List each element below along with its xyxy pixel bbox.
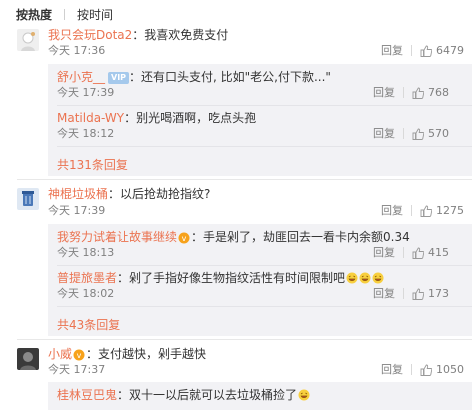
divider	[57, 306, 472, 307]
more-replies-link[interactable]: 共43条回复	[57, 316, 120, 333]
reply-time: 今天 18:02	[57, 287, 115, 300]
like-button[interactable]: 570	[412, 127, 449, 141]
divider	[17, 179, 472, 180]
like-count: 1275	[436, 204, 464, 217]
separator	[403, 247, 404, 258]
separator	[403, 128, 404, 139]
reply-text: ：别光喝酒啊，吃点头孢	[124, 111, 257, 125]
tab-separator	[64, 8, 66, 20]
sort-tabs: 按热度 按时间	[16, 5, 113, 23]
comment-time: 今天 17:37	[48, 363, 106, 376]
replies-panel: 桂林豆巴鬼：双十一以后就可以去垃圾桶捡了	[48, 382, 472, 410]
thumbs-up-icon	[412, 87, 424, 99]
reply-time: 今天 17:39	[57, 86, 115, 99]
laughing-emoji-icon	[372, 272, 384, 284]
avatar[interactable]	[17, 188, 39, 210]
like-button[interactable]: 6479	[420, 44, 464, 58]
reply-button[interactable]: 回复	[381, 204, 403, 218]
reply-author[interactable]: 桂林豆巴鬼	[57, 388, 117, 402]
member-badge-icon: v	[73, 349, 85, 360]
comment-text: ：支付越快，剁手越快	[86, 347, 207, 361]
reply-text: ：还有口头支付, 比如"老公,付下款..."	[129, 70, 331, 84]
reply-text: ：剁了手指好像生物指纹活性有时间限制吧	[117, 271, 346, 285]
divider	[57, 265, 472, 266]
laughing-emoji-icon	[359, 272, 371, 284]
laughing-emoji-icon	[298, 389, 310, 401]
separator	[411, 364, 412, 375]
member-badge-icon: v	[178, 232, 190, 243]
like-count: 1050	[436, 363, 464, 376]
reply-button[interactable]: 回复	[373, 86, 395, 100]
divider	[57, 105, 472, 106]
separator	[403, 87, 404, 98]
reply-author[interactable]: 普提旅墨者	[57, 271, 117, 285]
thumbs-up-icon	[412, 128, 424, 140]
reply-button[interactable]: 回复	[381, 363, 403, 377]
comment-author[interactable]: 神棍垃圾桶	[48, 187, 108, 201]
comment-time: 今天 17:39	[48, 204, 106, 217]
reply-button[interactable]: 回复	[381, 44, 403, 58]
separator	[403, 288, 404, 299]
like-button[interactable]: 1275	[420, 204, 464, 218]
replies-panel: 我努力试着让故事继续 v ：手是剁了，劫匪回去一看卡内余额0.34 今天 18:13…	[48, 224, 472, 336]
svg-text:v: v	[182, 234, 187, 243]
reply-time: 今天 18:13	[57, 246, 115, 259]
comment-time: 今天 17:36	[48, 44, 106, 57]
replies-panel: 舒小克__ VIP ：还有口头支付, 比如"老公,付下款..." 今天 17:39 …	[48, 64, 472, 176]
reply-button[interactable]: 回复	[373, 246, 395, 260]
separator	[411, 45, 412, 56]
reply-text: ：手是剁了，劫匪回去一看卡内余额0.34	[191, 230, 410, 244]
like-count: 415	[428, 246, 449, 259]
reply-time: 今天 18:12	[57, 127, 115, 140]
thumbs-up-icon	[420, 364, 432, 376]
more-replies-link[interactable]: 共131条回复	[57, 156, 128, 173]
svg-text:v: v	[77, 351, 82, 360]
comment-text: ：我喜欢免费支付	[132, 28, 229, 42]
thumbs-up-icon	[420, 205, 432, 217]
comment-text: ：以后抢劫抢指纹?	[108, 187, 211, 201]
comment-author[interactable]: 我只会玩Dota2	[48, 28, 132, 42]
like-button[interactable]: 1050	[420, 363, 464, 377]
like-count: 6479	[436, 44, 464, 57]
like-count: 768	[428, 86, 449, 99]
like-button[interactable]: 415	[412, 246, 449, 260]
divider	[57, 146, 472, 147]
comment-author[interactable]: 小威	[48, 347, 72, 361]
thumbs-up-icon	[420, 45, 432, 57]
tab-by-popularity[interactable]: 按热度	[16, 6, 52, 23]
reply-author[interactable]: Matilda-WY	[57, 111, 124, 125]
separator	[411, 205, 412, 216]
laughing-emoji-icon	[346, 272, 358, 284]
avatar[interactable]	[17, 348, 39, 370]
reply-author[interactable]: 舒小克__	[57, 70, 105, 84]
reply-button[interactable]: 回复	[373, 287, 395, 301]
avatar[interactable]	[17, 29, 39, 51]
reply-author[interactable]: 我努力试着让故事继续	[57, 230, 177, 244]
thumbs-up-icon	[412, 288, 424, 300]
vip-badge: VIP	[108, 71, 130, 84]
like-count: 173	[428, 287, 449, 300]
tab-by-time[interactable]: 按时间	[77, 6, 113, 23]
divider	[17, 339, 472, 340]
reply-text: ：双十一以后就可以去垃圾桶捡了	[117, 388, 298, 402]
like-button[interactable]: 768	[412, 86, 449, 100]
like-count: 570	[428, 127, 449, 140]
thumbs-up-icon	[412, 247, 424, 259]
like-button[interactable]: 173	[412, 287, 449, 301]
reply-button[interactable]: 回复	[373, 127, 395, 141]
